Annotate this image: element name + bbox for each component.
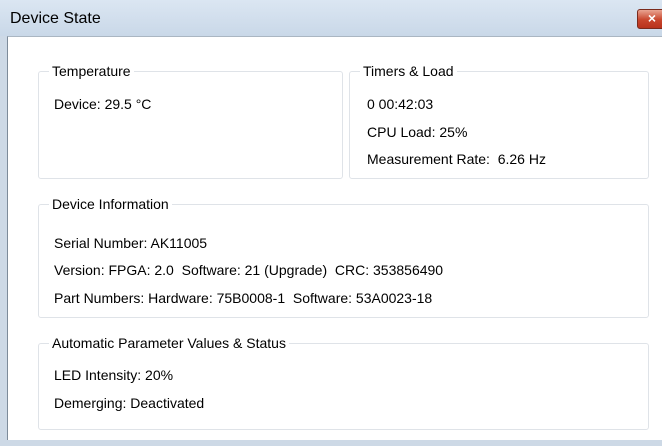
device-state-window: Device State × Temperature Device: 29.5 … (0, 0, 662, 446)
uptime-value: 0 00:42:03 (367, 96, 434, 112)
version-info: Version: FPGA: 2.0 Software: 21 (Upgrade… (54, 262, 444, 278)
window-title: Device State (10, 10, 101, 27)
part-numbers: Part Numbers: Hardware: 75B0008-1 Softwa… (54, 290, 433, 306)
automatic-parameters-legend: Automatic Parameter Values & Status (49, 334, 289, 352)
temperature-legend: Temperature (49, 62, 134, 80)
measurement-rate: Measurement Rate: 6.26 Hz (367, 151, 546, 167)
serial-number: Serial Number: AK11005 (54, 235, 208, 251)
title-bar[interactable]: Device State × (0, 0, 662, 36)
timers-load-group: Timers & Load 0 00:42:03 CPU Load: 25% M… (349, 62, 649, 179)
window-bottom-border (0, 440, 662, 446)
temperature-group: Temperature Device: 29.5 °C (38, 62, 343, 179)
demerging-status: Demerging: Deactivated (54, 395, 205, 411)
led-intensity: LED Intensity: 20% (54, 367, 174, 383)
device-information-legend: Device Information (49, 195, 172, 213)
timers-load-legend: Timers & Load (360, 62, 457, 80)
automatic-parameters-group: Automatic Parameter Values & Status LED … (38, 334, 649, 430)
cpu-load: CPU Load: 25% (367, 124, 468, 140)
close-icon: × (647, 10, 657, 26)
device-information-group: Device Information Serial Number: AK1100… (38, 195, 649, 318)
device-temperature: Device: 29.5 °C (54, 96, 152, 112)
close-button[interactable]: × (637, 9, 662, 29)
window-content: Temperature Device: 29.5 °C Timers & Loa… (7, 36, 662, 440)
